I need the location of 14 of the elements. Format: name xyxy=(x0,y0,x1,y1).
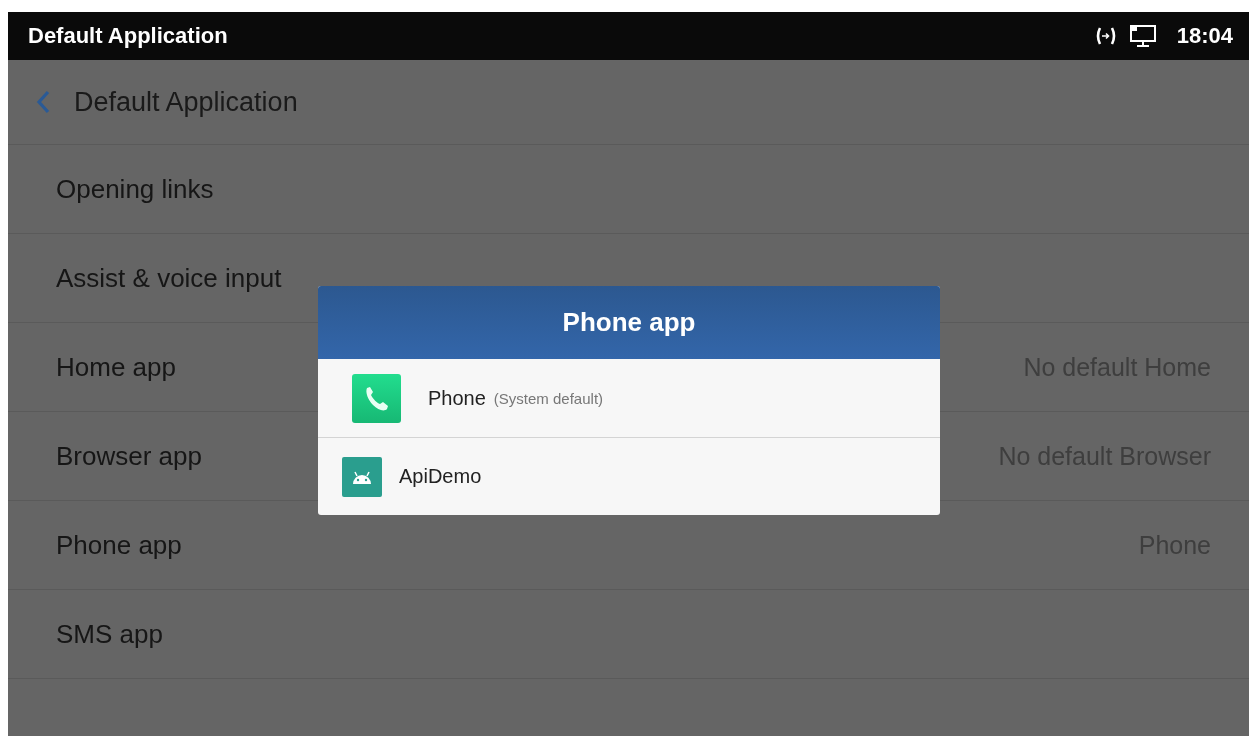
page-title: Default Application xyxy=(74,86,298,118)
settings-row[interactable]: Opening links xyxy=(8,145,1249,234)
back-icon[interactable] xyxy=(36,90,50,114)
android-icon xyxy=(342,456,382,497)
monitor-icon xyxy=(1128,24,1157,48)
status-title: Default Application xyxy=(28,23,228,49)
app-option[interactable]: Phone (System default) xyxy=(318,359,940,437)
option-note: (System default) xyxy=(493,389,604,407)
settings-row[interactable]: SMS app xyxy=(8,590,1249,679)
dialog-title: Phone app xyxy=(318,286,940,359)
call-forward-icon xyxy=(1094,25,1117,47)
app-option[interactable]: ApiDemo xyxy=(318,437,940,515)
phone-icon xyxy=(352,373,401,423)
clock-time: 18:04 xyxy=(1176,23,1233,49)
